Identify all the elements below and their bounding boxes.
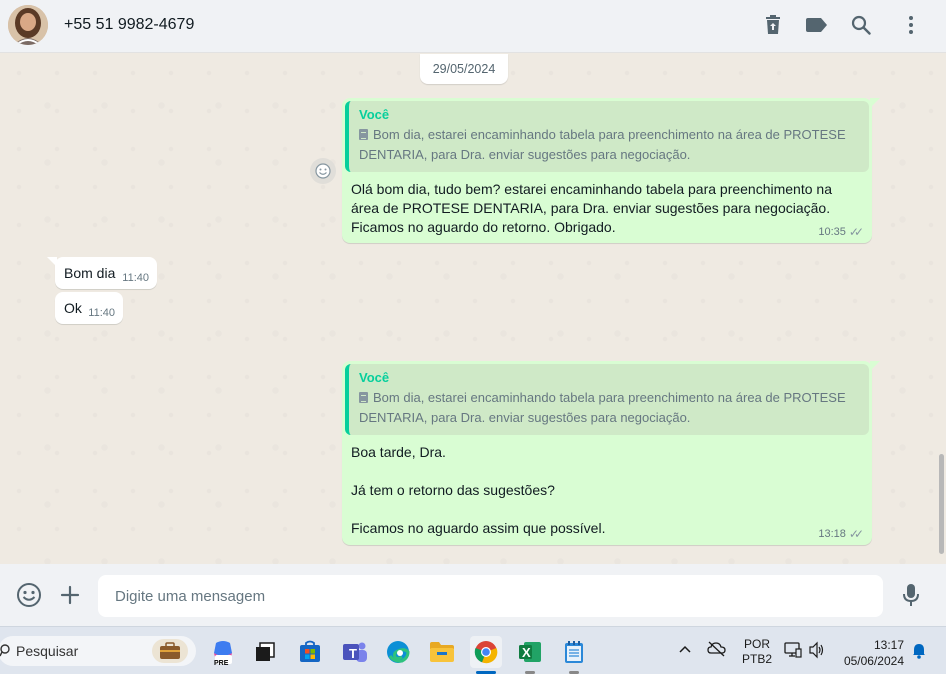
message-time: 13:18: [818, 528, 846, 540]
quote-author: Você: [359, 107, 390, 122]
emoji-icon[interactable]: [16, 582, 42, 608]
scrollbar[interactable]: [939, 454, 944, 554]
delete-icon[interactable]: [760, 12, 786, 38]
contact-name[interactable]: +55 51 9982-4679: [64, 16, 194, 34]
chevron-up-icon[interactable]: [678, 643, 692, 657]
message-text: Boa tarde, Dra. Já tem o retorno das sug…: [351, 444, 606, 536]
file-explorer-icon[interactable]: [426, 636, 458, 668]
message-time: 10:35: [818, 226, 846, 238]
message-incoming[interactable]: Bom dia 11:40: [47, 257, 157, 289]
date-chip: 29/05/2024: [420, 54, 508, 84]
copilot-badge: PRE: [214, 660, 229, 667]
message-composer: [0, 564, 946, 626]
task-view-icon[interactable]: [249, 636, 281, 668]
notepad-icon[interactable]: [558, 636, 590, 674]
copilot-icon[interactable]: PRE: [207, 636, 239, 668]
input-language[interactable]: POR PTB2: [742, 637, 772, 667]
search-icon[interactable]: [848, 12, 874, 38]
quote-text: Bom dia, estarei encaminhando tabela par…: [359, 390, 846, 425]
notification-bell-icon[interactable]: [912, 643, 926, 662]
windows-taskbar: Pesquisar PRE T X POR PTB2 13:17 05/06/2…: [0, 626, 946, 674]
message-text: Olá bom dia, tudo bem? estarei encaminha…: [351, 181, 832, 235]
teams-icon[interactable]: T: [339, 636, 371, 668]
microphone-icon[interactable]: [898, 582, 924, 608]
clock-date: 05/06/2024: [843, 654, 904, 668]
chat-area[interactable]: 29/05/2024 Você Bom dia, estarei encamin…: [0, 54, 946, 564]
message-incoming[interactable]: Ok 11:40: [55, 292, 123, 324]
attach-plus-icon[interactable]: [57, 582, 83, 608]
quote-text: Bom dia, estarei encaminhando tabela par…: [359, 127, 846, 162]
excel-icon[interactable]: X: [514, 636, 546, 674]
contact-avatar[interactable]: [8, 5, 48, 45]
message-text: Ok: [64, 300, 82, 316]
message-time: 11:40: [88, 307, 115, 319]
document-icon: [359, 129, 368, 140]
briefcase-icon[interactable]: [152, 639, 188, 663]
document-icon: [359, 392, 368, 403]
message-input[interactable]: [98, 575, 883, 617]
clock-time: 13:17: [873, 638, 904, 652]
double-check-icon: ✓✓: [848, 527, 864, 541]
quoted-message[interactable]: Você Bom dia, estarei encaminhando tabel…: [345, 101, 869, 172]
onedrive-offline-icon[interactable]: [707, 641, 727, 660]
message-outgoing[interactable]: Você Bom dia, estarei encaminhando tabel…: [342, 98, 880, 243]
message-time: 11:40: [122, 272, 149, 284]
excel-badge: X: [522, 645, 531, 660]
teams-badge: T: [349, 646, 357, 661]
network-icon[interactable]: [784, 641, 802, 662]
volume-icon[interactable]: [808, 641, 826, 662]
microsoft-store-icon[interactable]: [294, 636, 326, 668]
keyboard-label: PTB2: [742, 652, 773, 666]
search-icon: [0, 644, 12, 663]
message-text: Bom dia: [64, 265, 116, 281]
clock[interactable]: 13:17 05/06/2024: [838, 637, 904, 669]
chrome-icon[interactable]: [470, 636, 502, 674]
taskbar-search[interactable]: Pesquisar: [0, 636, 196, 666]
language-label: POR: [744, 637, 771, 651]
message-outgoing[interactable]: Você Bom dia, estarei encaminhando tabel…: [342, 361, 880, 545]
react-emoji-icon[interactable]: [310, 158, 336, 184]
chat-header: +55 51 9982-4679: [0, 0, 946, 53]
menu-icon[interactable]: [898, 12, 924, 38]
double-check-icon: ✓✓: [848, 225, 864, 239]
taskbar-search-text: Pesquisar: [16, 643, 79, 659]
quoted-message[interactable]: Você Bom dia, estarei encaminhando tabel…: [345, 364, 869, 435]
label-icon[interactable]: [804, 12, 830, 38]
edge-icon[interactable]: [382, 636, 414, 668]
quote-author: Você: [359, 370, 390, 385]
